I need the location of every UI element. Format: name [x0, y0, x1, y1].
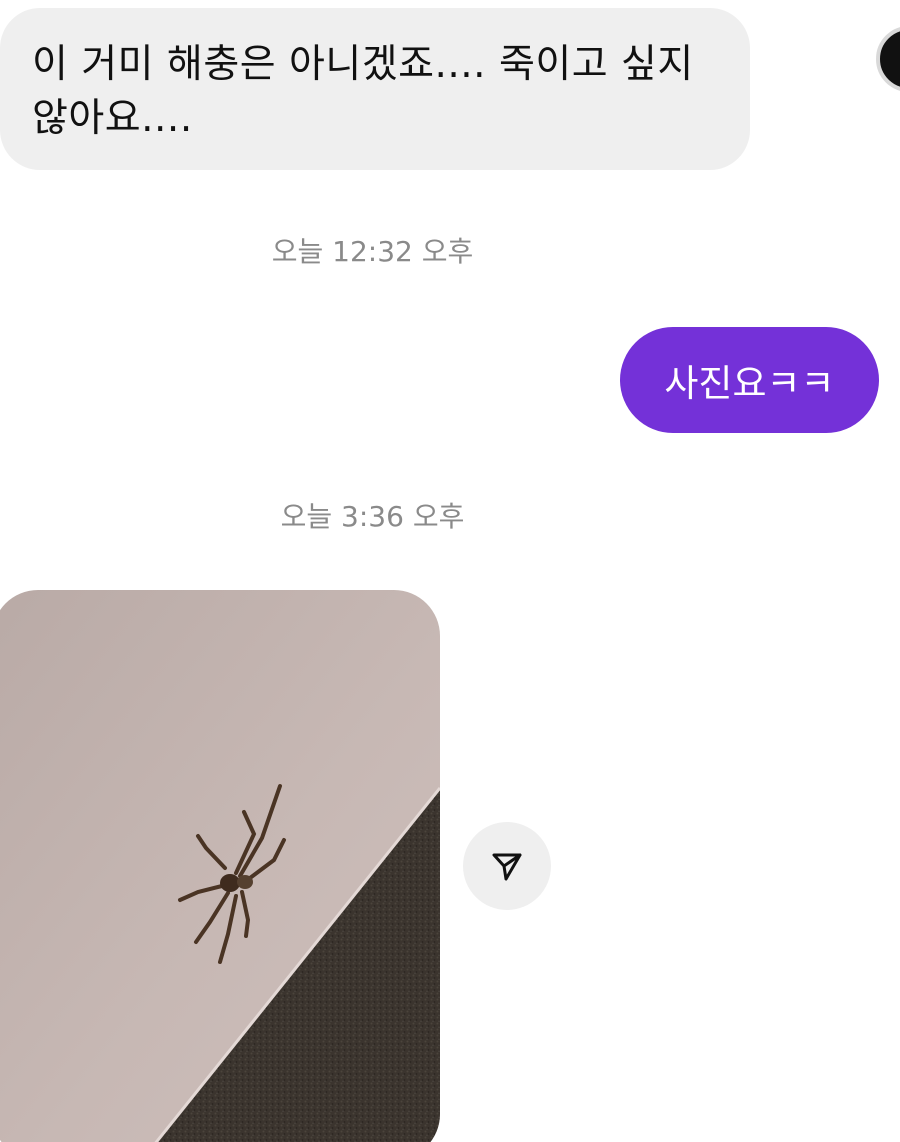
incoming-message-bubble[interactable]: 이 거미 해충은 아니겠죠.... 죽이고 싶지 않아요.... — [0, 8, 750, 170]
message-timestamp: 오늘 3:36 오후 — [280, 500, 465, 533]
outgoing-message-text: 사진요ㅋㅋ — [664, 362, 835, 405]
spider-on-wall-photo — [0, 590, 440, 1142]
outgoing-message-bubble[interactable]: 사진요ㅋㅋ — [620, 327, 879, 433]
chat-thread: 이 거미 해충은 아니겠죠.... 죽이고 싶지 않아요.... 오늘 12:3… — [0, 0, 900, 1142]
paper-plane-icon — [492, 853, 522, 881]
incoming-message-text: 이 거미 해충은 아니겠죠.... 죽이고 싶지 않아요.... — [32, 42, 694, 141]
photo-message[interactable] — [0, 590, 440, 1142]
avatar[interactable] — [876, 26, 900, 92]
share-button[interactable] — [463, 822, 551, 910]
message-timestamp: 오늘 12:32 오후 — [271, 235, 474, 268]
